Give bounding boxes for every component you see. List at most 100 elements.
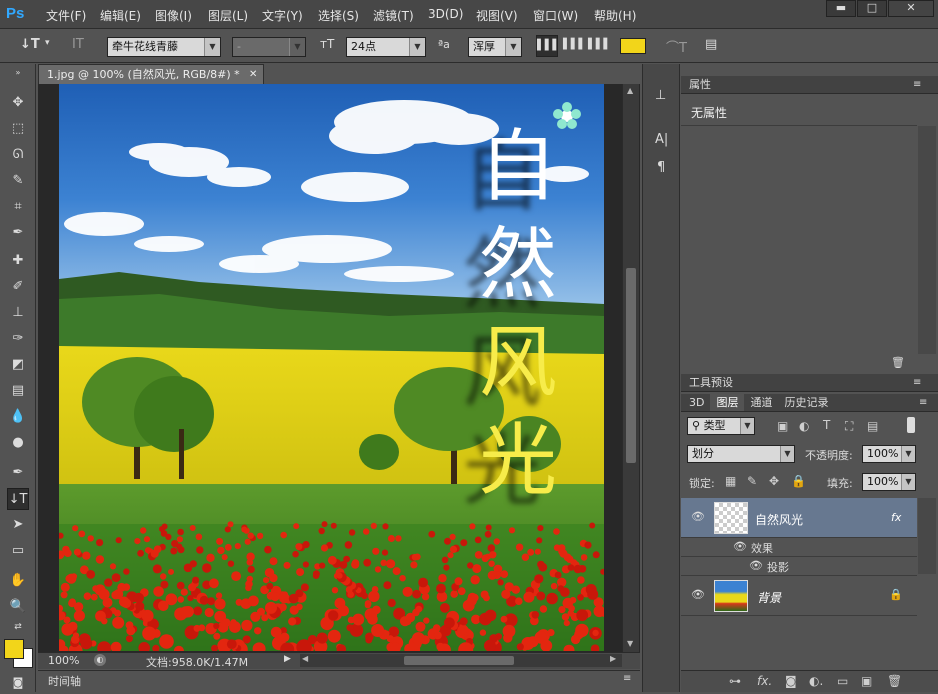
add-mask-icon[interactable]: ◙ bbox=[785, 674, 797, 688]
menu-select[interactable]: 选择(S) bbox=[318, 7, 359, 24]
add-style-icon[interactable]: fx. bbox=[757, 674, 772, 688]
document-tab[interactable]: 1.jpg @ 100% (自然风光, RGB/8#) * ✕ bbox=[38, 64, 264, 84]
zoom-level[interactable]: 100% bbox=[48, 654, 79, 667]
scroll-left-icon[interactable]: ◀ bbox=[302, 654, 308, 663]
marquee-tool-icon[interactable]: ⬚ bbox=[7, 118, 29, 140]
dodge-tool-icon[interactable]: ● bbox=[7, 432, 29, 454]
panel-menu-icon[interactable]: ≡ bbox=[913, 76, 921, 93]
layer-row-text[interactable]: 👁 自然风光 fx bbox=[681, 498, 917, 538]
filter-type-icon[interactable]: T bbox=[823, 418, 830, 432]
delete-layer-icon[interactable]: 🗑 bbox=[887, 674, 902, 688]
new-layer-icon[interactable]: ▣ bbox=[861, 674, 872, 688]
lock-transparent-icon[interactable]: ▦ bbox=[725, 474, 736, 488]
warp-text-icon[interactable]: ⌒T bbox=[666, 37, 687, 56]
text-color-swatch[interactable] bbox=[620, 38, 646, 54]
vertical-scroll-thumb[interactable] bbox=[626, 268, 636, 463]
tab-3d[interactable]: 3D bbox=[683, 394, 710, 411]
scroll-right-icon[interactable]: ▶ bbox=[610, 654, 616, 663]
status-info-icon[interactable]: ◐ bbox=[94, 654, 106, 666]
filter-adjustment-icon[interactable]: ◐ bbox=[799, 419, 809, 433]
tab-layers[interactable]: 图层 bbox=[710, 394, 745, 411]
visibility-eye-icon[interactable]: 👁 bbox=[691, 589, 705, 600]
filter-smart-object-icon[interactable]: ▤ bbox=[867, 419, 878, 433]
menu-window[interactable]: 窗口(W) bbox=[533, 7, 578, 24]
blur-tool-icon[interactable]: 💧 bbox=[7, 406, 29, 428]
layer-filter-select[interactable]: ⚲ 类型 ▼ bbox=[687, 417, 755, 435]
menu-view[interactable]: 视图(V) bbox=[476, 7, 518, 24]
move-tool-icon[interactable]: ✥ bbox=[7, 92, 29, 114]
quick-select-tool-icon[interactable]: ✎ bbox=[7, 170, 29, 192]
close-icon[interactable]: ✕ bbox=[249, 65, 257, 84]
filter-toggle-switch[interactable] bbox=[907, 417, 915, 433]
type-tool-icon[interactable]: ↓T bbox=[20, 37, 40, 52]
link-layers-icon[interactable]: ⊶ bbox=[729, 674, 741, 688]
panel-menu-icon[interactable]: ≡ bbox=[623, 673, 631, 684]
layer-effect-drop-shadow-row[interactable]: 👁 投影 bbox=[681, 557, 917, 576]
stamp-tool-icon[interactable]: ⊥ bbox=[7, 302, 29, 324]
gradient-tool-icon[interactable]: ▤ bbox=[7, 380, 29, 402]
properties-title[interactable]: 属性 bbox=[689, 78, 711, 91]
tool-presets-title[interactable]: 工具预设 bbox=[689, 376, 733, 389]
font-size-select[interactable]: 24点 ▼ bbox=[346, 37, 426, 57]
align-right-icon[interactable]: ▌▌▌ bbox=[588, 39, 611, 50]
menu-file[interactable]: 文件(F) bbox=[46, 7, 86, 24]
filter-pixel-icon[interactable]: ▣ bbox=[777, 419, 788, 433]
character-panel-icon[interactable]: ▤ bbox=[705, 37, 717, 52]
layers-scrollbar[interactable] bbox=[918, 498, 936, 574]
layer-effects-row[interactable]: 👁 效果 bbox=[681, 538, 917, 557]
quick-mask-icon[interactable]: ◙ bbox=[7, 672, 29, 694]
close-button[interactable]: ✕ bbox=[888, 0, 934, 17]
font-style-select[interactable]: - ▼ bbox=[232, 37, 306, 57]
horizontal-scrollbar[interactable]: ◀ ▶ bbox=[300, 654, 622, 667]
eyedropper-tool-icon[interactable]: ✒ bbox=[7, 222, 29, 244]
visibility-eye-icon[interactable]: 👁 bbox=[749, 560, 763, 571]
hand-tool-icon[interactable]: ✋ bbox=[7, 570, 29, 592]
text-orientation-icon[interactable]: IT bbox=[72, 37, 84, 52]
path-select-tool-icon[interactable]: ➤ bbox=[7, 514, 29, 536]
menu-image[interactable]: 图像(I) bbox=[155, 7, 192, 24]
properties-scrollbar[interactable] bbox=[918, 126, 936, 354]
healing-brush-tool-icon[interactable]: ✚ bbox=[7, 250, 29, 272]
history-brush-tool-icon[interactable]: ✑ bbox=[7, 328, 29, 350]
pen-tool-icon[interactable]: ✒ bbox=[7, 462, 29, 484]
opacity-field[interactable]: 100% ▼ bbox=[862, 445, 916, 463]
timeline-label[interactable]: 时间轴 bbox=[48, 673, 81, 689]
panel-menu-icon[interactable]: ≡ bbox=[913, 374, 921, 391]
menu-3d[interactable]: 3D(D) bbox=[428, 7, 463, 21]
menu-help[interactable]: 帮助(H) bbox=[594, 7, 636, 24]
visibility-eye-icon[interactable]: 👁 bbox=[691, 511, 705, 522]
zoom-tool-icon[interactable]: 🔍 bbox=[7, 596, 29, 618]
foreground-color-swatch[interactable] bbox=[4, 639, 24, 659]
status-menu-arrow-icon[interactable]: ▶ bbox=[284, 654, 291, 664]
panel-collapse-icon[interactable]: » bbox=[7, 68, 29, 78]
filter-shape-icon[interactable]: ⛶ bbox=[845, 419, 853, 434]
scroll-up-icon[interactable]: ▲ bbox=[627, 86, 633, 95]
layer-name[interactable]: 自然风光 bbox=[755, 511, 803, 528]
menu-type[interactable]: 文字(Y) bbox=[262, 7, 303, 24]
align-center-icon[interactable]: ▌▌▌ bbox=[563, 39, 586, 50]
layer-name[interactable]: 背景 bbox=[757, 589, 781, 606]
maximize-button[interactable]: □ bbox=[857, 0, 887, 17]
tool-presets-icon[interactable]: ⊥ bbox=[655, 88, 666, 103]
blend-mode-select[interactable]: 划分 ▼ bbox=[687, 445, 795, 463]
canvas[interactable]: 自 然 风 光 bbox=[59, 84, 604, 651]
shape-tool-icon[interactable]: ▭ bbox=[7, 540, 29, 562]
fill-field[interactable]: 100% ▼ bbox=[862, 473, 916, 491]
lock-position-icon[interactable]: ✥ bbox=[769, 474, 779, 488]
trash-icon[interactable]: 🗑 bbox=[891, 356, 905, 369]
lock-all-icon[interactable]: 🔒 bbox=[791, 474, 806, 488]
swap-colors-icon[interactable]: ⇄ bbox=[7, 620, 29, 634]
brush-tool-icon[interactable]: ✐ bbox=[7, 276, 29, 298]
lasso-tool-icon[interactable]: ᘏ bbox=[7, 144, 29, 166]
new-adjustment-icon[interactable]: ◐. bbox=[809, 674, 823, 688]
vertical-scrollbar[interactable]: ▲ ▼ bbox=[622, 84, 639, 652]
scroll-down-icon[interactable]: ▼ bbox=[627, 639, 633, 648]
preset-dropdown-arrow-icon[interactable]: ▾ bbox=[45, 38, 50, 48]
paragraph-icon[interactable]: ¶ bbox=[657, 160, 665, 175]
menu-filter[interactable]: 滤镜(T) bbox=[373, 7, 414, 24]
minimize-button[interactable]: ▬ bbox=[826, 0, 856, 17]
horizontal-scroll-thumb[interactable] bbox=[404, 656, 514, 665]
layer-fx-badge[interactable]: fx bbox=[891, 511, 901, 524]
type-tool-icon[interactable]: ↓T bbox=[7, 488, 29, 510]
new-group-icon[interactable]: ▭ bbox=[837, 674, 848, 688]
